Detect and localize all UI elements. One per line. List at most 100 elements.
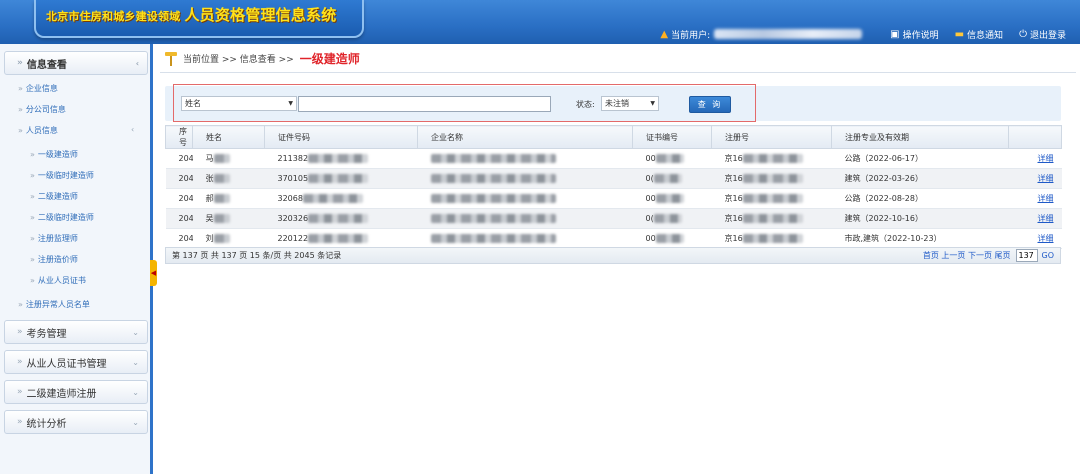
sidebar-item-cost-engineer[interactable]: » 注册造价师 [30,254,78,265]
chevron-left-icon: ‹ [135,58,139,68]
redacted [653,214,682,223]
detail-link[interactable]: 详细 [1008,228,1062,249]
cell-name: 马 [192,148,265,169]
detail-link[interactable]: 详细 [1008,168,1062,189]
sidebar-section-label: 信息查看 [26,59,67,71]
cell-major: 公路（2022-08-28） [831,188,1009,209]
redacted [742,194,803,203]
chevron-down-icon: ⌄ [132,417,139,427]
cell-reg: 京16 [711,228,832,249]
id-text: 211382 [277,154,309,163]
table-row: 2045 刘 220122 00 京16 市政,建筑（2022-10-23） 详… [165,228,1062,249]
redacted [308,234,369,243]
column-header[interactable]: 证件号码 [264,125,418,149]
cert-text: 00 [645,234,656,243]
double-arrow-icon: » [17,417,23,427]
column-header[interactable]: 注册专业及有效期 [831,125,1009,149]
cell-name: 吴 [192,208,265,229]
column-header[interactable]: 序号 [165,125,193,149]
double-arrow-icon: » [17,58,23,68]
double-arrow-icon: » [30,276,35,285]
sidebar-item-label: 注册监理师 [37,234,78,243]
cell-company [417,228,633,249]
help-link[interactable]: ▣ 操作说明 [890,28,938,41]
id-text: 220122 [277,234,309,243]
cell-company [417,208,633,229]
sidebar-section-cert-mgmt[interactable]: » 从业人员证书管理 ⌄ [4,350,148,374]
cell-name: 郝 [192,188,265,209]
redacted [308,174,369,183]
double-arrow-icon: » [30,213,35,222]
redacted [742,234,803,243]
chevron-down-icon: ⌄ [132,387,139,397]
double-arrow-icon: » [30,255,35,264]
sidebar-collapse-handle[interactable]: ◀ [150,260,157,286]
search-input[interactable] [298,96,551,112]
sidebar-item-abnormal-list[interactable]: » 注册异常人员名单 [18,299,90,310]
sidebar-section-info[interactable]: » 信息查看 ‹ [4,51,148,75]
pagination-controls: 首页 上一页 下一页 尾页 GO [923,248,1054,263]
results-table: 序号 姓名 证件号码 企业名称 证书编号 注册号 注册专业及有效期 2041 马… [165,125,1062,249]
table-row: 2041 马 211382 00 京16 公路（2022-06-17） 详细 [165,148,1062,169]
logout-link[interactable]: ⏻ 退出登录 [1019,28,1066,41]
search-field-value: 姓名 [185,99,201,108]
double-arrow-icon: » [30,234,35,243]
sidebar-section-level2-register[interactable]: » 二级建造师注册 ⌄ [4,380,148,404]
cell-reg: 京16 [711,208,832,229]
sidebar-item-label: 二级临时建造师 [37,213,94,222]
cell-reg: 京16 [711,148,832,169]
name-text: 刘 [205,234,214,243]
sidebar-item-level1-constructor[interactable]: » 一级建造师 [30,149,78,160]
help-icon: ▣ [890,28,900,40]
current-user-label: 当前用户: [671,30,711,41]
column-header[interactable]: 证书编号 [632,125,712,149]
sidebar-item-supervisor[interactable]: » 注册监理师 [30,233,78,244]
sidebar-section-exam[interactable]: » 考务管理 ⌄ [4,320,148,344]
sidebar-item-branch[interactable]: » 分公司信息 [18,104,66,115]
sidebar-item-personnel[interactable]: » 人员信息 ‹ [18,125,134,136]
power-icon: ⏻ [1019,28,1027,40]
sidebar-item-label: 人员信息 [25,126,58,135]
sidebar-item-company[interactable]: » 企业信息 [18,83,58,94]
current-user-name-redacted [714,29,863,39]
redacted [302,194,363,203]
column-header[interactable]: 姓名 [192,125,265,149]
sidebar-item-label: 一级建造师 [37,150,78,159]
current-user: ▲ 当前用户: [660,28,863,41]
redacted [655,194,684,203]
logout-link-label: 退出登录 [1029,30,1066,41]
redacted [655,154,684,163]
page-number-input[interactable] [1015,249,1038,262]
sidebar-section-statistics[interactable]: » 统计分析 ⌄ [4,410,148,434]
sidebar-item-level2-constructor[interactable]: » 二级建造师 [30,191,78,202]
redacted [653,174,682,183]
query-button[interactable]: 查 询 [689,96,731,113]
column-header[interactable]: 企业名称 [417,125,633,149]
detail-link[interactable]: 详细 [1008,188,1062,209]
redacted [430,194,556,203]
state-select[interactable]: 未注销 ▼ [601,96,659,111]
pagination-nav-links[interactable]: 首页 上一页 下一页 尾页 [923,250,1011,261]
sidebar-item-practitioner-cert[interactable]: » 从业人员证书 [30,275,86,286]
app-title-prefix: 北京市住房和城乡建设领域 [46,10,181,23]
sidebar-item-label: 一级临时建造师 [37,171,94,180]
search-field-select[interactable]: 姓名 ▼ [181,96,297,111]
name-text: 郝 [205,194,214,203]
detail-link[interactable]: 详细 [1008,208,1062,229]
cell-id: 320326 [264,208,418,229]
column-header[interactable]: 注册号 [711,125,832,149]
cell-id: 32068 [264,188,418,209]
go-button[interactable]: GO [1042,251,1055,260]
redacted [213,214,230,223]
help-link-label: 操作说明 [902,30,939,41]
sidebar-item-level2-temp[interactable]: » 二级临时建造师 [30,212,94,223]
top-bar: ▲ 当前用户: ▣ 操作说明 ▬ 信息通知 ⏻ 退出登录 [0,24,1080,44]
cell-company [417,188,633,209]
notice-link-label: 信息通知 [967,30,1004,41]
redacted [430,214,556,223]
notice-link[interactable]: ▬ 信息通知 [955,28,1003,41]
detail-link[interactable]: 详细 [1008,148,1062,169]
table-row: 2044 吴 320326 0( 京16 建筑（2022-10-16） 详细 [165,208,1062,229]
sidebar-item-level1-temp[interactable]: » 一级临时建造师 [30,170,94,181]
double-arrow-icon: » [30,192,35,201]
